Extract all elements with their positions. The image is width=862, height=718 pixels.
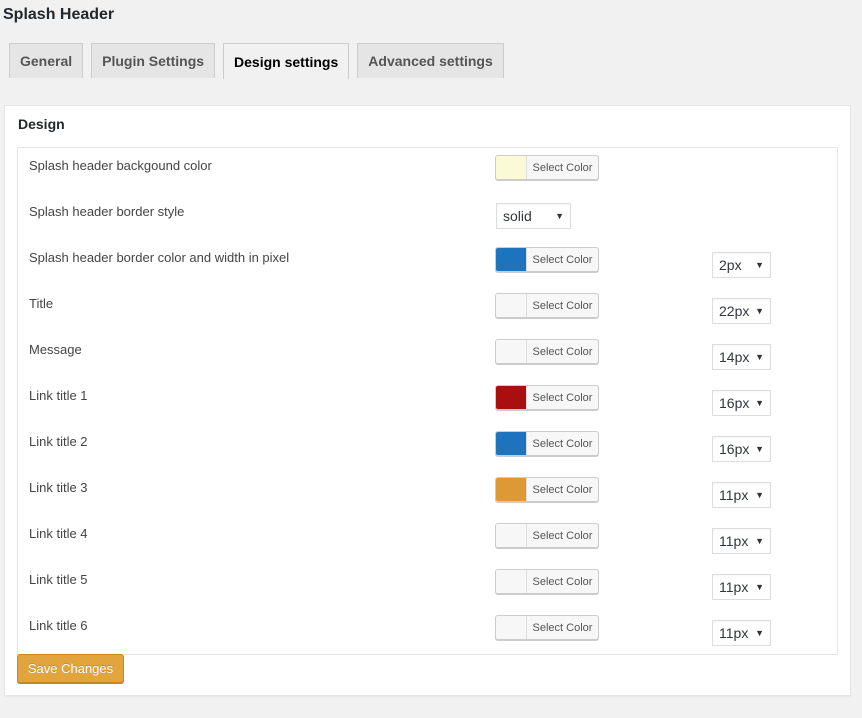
color-swatch <box>496 248 527 271</box>
selected-value: 14px <box>719 349 750 365</box>
selected-value: 16px <box>719 395 750 411</box>
selected-value: 16px <box>719 441 750 457</box>
setting-row-background-color: Splash header backgound color Select Col… <box>18 148 837 194</box>
chevron-down-icon: ▼ <box>755 444 764 454</box>
link-title-4-color-picker[interactable]: Select Color <box>495 523 599 548</box>
select-color-label: Select Color <box>532 529 593 542</box>
setting-row-border-style: Splash header border style solid ▼ <box>18 194 837 240</box>
chevron-down-icon: ▼ <box>755 306 764 316</box>
link-title-2-color-picker[interactable]: Select Color <box>495 431 599 456</box>
select-color-label: Select Color <box>532 621 593 634</box>
message-color-picker[interactable]: Select Color <box>495 339 599 364</box>
link-title-5-color-picker[interactable]: Select Color <box>495 569 599 594</box>
save-changes-button[interactable]: Save Changes <box>17 654 124 683</box>
setting-row-link-title-2: Link title 2 Select Color 16px ▼ <box>18 424 837 470</box>
color-swatch <box>496 616 527 639</box>
select-color-label: Select Color <box>532 161 593 174</box>
link-title-5-size-select[interactable]: 11px ▼ <box>712 574 771 600</box>
setting-label: Splash header backgound color <box>29 158 212 173</box>
setting-row-link-title-3: Link title 3 Select Color 11px ▼ <box>18 470 837 516</box>
link-title-2-size-select[interactable]: 16px ▼ <box>712 436 771 462</box>
design-panel: Design Splash header backgound color Sel… <box>4 105 851 696</box>
panel-title: Design <box>18 116 65 132</box>
color-swatch <box>496 156 527 179</box>
select-color-label: Select Color <box>532 391 593 404</box>
color-swatch <box>496 570 527 593</box>
setting-label: Link title 2 <box>29 434 88 449</box>
chevron-down-icon: ▼ <box>755 490 764 500</box>
select-color-label: Select Color <box>532 299 593 312</box>
selected-value: 11px <box>719 533 749 549</box>
message-size-select[interactable]: 14px ▼ <box>712 344 771 370</box>
setting-label: Link title 4 <box>29 526 88 541</box>
selected-value: 2px <box>719 257 742 273</box>
link-title-6-color-picker[interactable]: Select Color <box>495 615 599 640</box>
chevron-down-icon: ▼ <box>755 628 764 638</box>
border-style-select[interactable]: solid ▼ <box>496 203 571 229</box>
color-swatch <box>496 386 527 409</box>
background-color-picker[interactable]: Select Color <box>495 155 599 180</box>
chevron-down-icon: ▼ <box>755 352 764 362</box>
color-swatch <box>496 524 527 547</box>
select-color-label: Select Color <box>532 437 593 450</box>
setting-row-link-title-4: Link title 4 Select Color 11px ▼ <box>18 516 837 562</box>
link-title-3-size-select[interactable]: 11px ▼ <box>712 482 771 508</box>
setting-label: Splash header border style <box>29 204 185 219</box>
color-swatch <box>496 432 527 455</box>
border-color-picker[interactable]: Select Color <box>495 247 599 272</box>
tab-advanced-settings[interactable]: Advanced settings <box>357 43 504 78</box>
design-settings-table: Splash header backgound color Select Col… <box>17 147 838 655</box>
selected-value: 22px <box>719 303 750 319</box>
tab-plugin-settings[interactable]: Plugin Settings <box>91 43 216 78</box>
setting-label: Title <box>29 296 54 311</box>
chevron-down-icon: ▼ <box>755 536 764 546</box>
setting-label: Link title 1 <box>29 388 88 403</box>
setting-row-link-title-1: Link title 1 Select Color 16px ▼ <box>18 378 837 424</box>
tab-design-settings[interactable]: Design settings <box>223 43 350 79</box>
setting-row-link-title-6: Link title 6 Select Color 11px ▼ <box>18 608 837 654</box>
selected-value: solid <box>503 208 532 224</box>
setting-label: Splash header border color and width in … <box>29 250 290 265</box>
setting-label: Link title 6 <box>29 618 88 633</box>
setting-row-link-title-5: Link title 5 Select Color 11px ▼ <box>18 562 837 608</box>
selected-value: 11px <box>719 487 749 503</box>
chevron-down-icon: ▼ <box>555 211 564 221</box>
link-title-3-color-picker[interactable]: Select Color <box>495 477 599 502</box>
settings-tabs: General Plugin Settings Design settings … <box>9 43 512 79</box>
chevron-down-icon: ▼ <box>755 398 764 408</box>
setting-row-message: Message Select Color 14px ▼ <box>18 332 837 378</box>
link-title-4-size-select[interactable]: 11px ▼ <box>712 528 771 554</box>
select-color-label: Select Color <box>532 345 593 358</box>
link-title-6-size-select[interactable]: 11px ▼ <box>712 620 771 646</box>
color-swatch <box>496 340 527 363</box>
setting-label: Link title 3 <box>29 480 88 495</box>
link-title-1-color-picker[interactable]: Select Color <box>495 385 599 410</box>
color-swatch <box>496 478 527 501</box>
setting-row-border-color: Splash header border color and width in … <box>18 240 837 286</box>
tab-general[interactable]: General <box>9 43 84 78</box>
setting-row-title: Title Select Color 22px ▼ <box>18 286 837 332</box>
title-color-picker[interactable]: Select Color <box>495 293 599 318</box>
selected-value: 11px <box>719 579 749 595</box>
link-title-1-size-select[interactable]: 16px ▼ <box>712 390 771 416</box>
setting-label: Link title 5 <box>29 572 88 587</box>
selected-value: 11px <box>719 625 749 641</box>
chevron-down-icon: ▼ <box>755 260 764 270</box>
title-size-select[interactable]: 22px ▼ <box>712 298 771 324</box>
chevron-down-icon: ▼ <box>755 582 764 592</box>
select-color-label: Select Color <box>532 575 593 588</box>
setting-label: Message <box>29 342 82 357</box>
color-swatch <box>496 294 527 317</box>
border-width-select[interactable]: 2px ▼ <box>712 252 771 278</box>
select-color-label: Select Color <box>532 253 593 266</box>
select-color-label: Select Color <box>532 483 593 496</box>
page-title: Splash Header <box>3 6 115 23</box>
